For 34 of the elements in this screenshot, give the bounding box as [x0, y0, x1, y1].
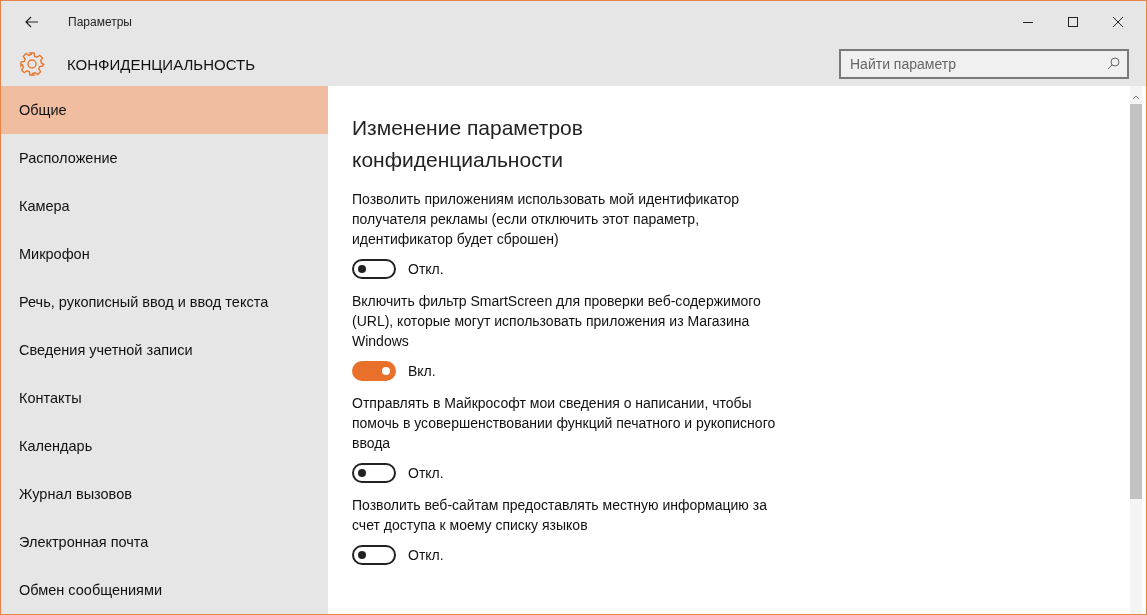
- toggle-switch[interactable]: [352, 361, 396, 381]
- toggle-state-label: Откл.: [408, 261, 444, 277]
- scrollbar[interactable]: [1130, 86, 1142, 614]
- search-field[interactable]: Найти параметр: [839, 49, 1129, 79]
- setting-description: Позволить приложениям использовать мой идентификатор получателя рекламы (если отключить этот параметр, идентификатор будет сброшен): [352, 190, 741, 249]
- sidebar-item[interactable]: Речь, рукописный ввод и ввод текста: [1, 278, 328, 326]
- sidebar-item[interactable]: Журнал вызовов: [1, 470, 328, 518]
- sidebar-item[interactable]: Расположение: [1, 134, 328, 182]
- sidebar-item[interactable]: Сведения учетной записи: [1, 326, 328, 374]
- toggle-switch[interactable]: [352, 259, 396, 279]
- gear-icon: [19, 51, 45, 77]
- toggle-state-label: Откл.: [408, 465, 444, 481]
- close-icon[interactable]: [1112, 15, 1124, 28]
- maximize-icon[interactable]: [1067, 15, 1079, 28]
- page-title: КОНФИДЕНЦИАЛЬНОСТЬ: [67, 55, 255, 73]
- sidebar-item[interactable]: Электронная почта: [1, 518, 328, 566]
- window-title: Параметры: [68, 14, 132, 29]
- sidebar-item[interactable]: Камера: [1, 182, 328, 230]
- setting-description: Позволить веб-сайтам предоставлять местную информацию за счет доступа к моему списку языков: [352, 496, 768, 535]
- scroll-up-icon[interactable]: [1132, 94, 1140, 100]
- sidebar-item[interactable]: Общие: [1, 86, 328, 134]
- toggle-state-label: Вкл.: [408, 363, 436, 379]
- sidebar-item[interactable]: Обмен сообщениями: [1, 566, 328, 614]
- toggle-switch[interactable]: [352, 463, 396, 483]
- section-heading: Изменение параметров конфиденциальности: [352, 115, 584, 173]
- search-icon: [1107, 57, 1120, 70]
- setting-description: Включить фильтр SmartScreen для проверки веб-содержимого (URL), которые могут использовать приложения из Магазина Windows: [352, 292, 762, 351]
- toggle-state-label: Откл.: [408, 547, 444, 563]
- back-arrow-icon[interactable]: [25, 15, 39, 28]
- sidebar-item[interactable]: Календарь: [1, 422, 328, 470]
- sidebar-item[interactable]: Контакты: [1, 374, 328, 422]
- setting-description: Отправлять в Майкрософт мои сведения о написании, чтобы помочь в усовершенствовании функций печатного и рукописного ввода: [352, 394, 777, 453]
- toggle-switch[interactable]: [352, 545, 396, 565]
- sidebar-item[interactable]: Микрофон: [1, 230, 328, 278]
